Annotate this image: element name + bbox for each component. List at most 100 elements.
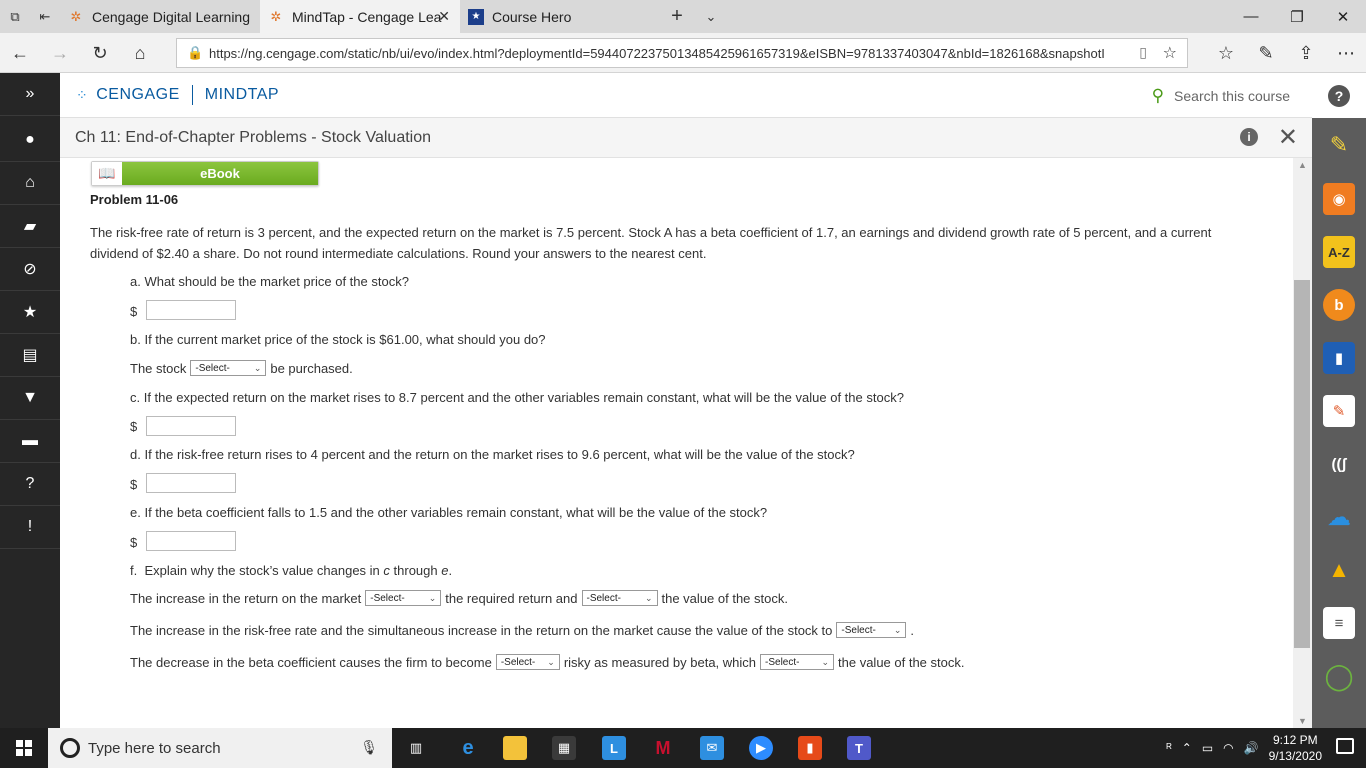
select-value: -Select- bbox=[370, 592, 405, 604]
user-icon[interactable]: ● bbox=[0, 119, 60, 162]
answer-f3-select-2[interactable]: -Select- ⌄ bbox=[760, 654, 835, 670]
home-icon[interactable]: ⌂ bbox=[122, 33, 158, 73]
notifications-icon[interactable] bbox=[1336, 738, 1354, 754]
feedback-icon[interactable]: ! bbox=[0, 506, 60, 549]
answer-f1-text: the value of the stock. bbox=[661, 590, 788, 606]
tab-mindtap[interactable]: ✲ MindTap - Cengage Lea ✕ bbox=[260, 0, 460, 33]
home-nav-icon[interactable]: ⌂ bbox=[0, 162, 60, 205]
tab-actions-icon[interactable]: ⧉ bbox=[0, 0, 30, 33]
star-nav-icon[interactable]: ★ bbox=[0, 291, 60, 334]
share-icon[interactable]: ⇪ bbox=[1288, 33, 1324, 73]
more-icon[interactable]: ⋯ bbox=[1328, 33, 1364, 73]
notes-app-icon[interactable]: ✎ bbox=[1323, 395, 1355, 427]
mcafee-icon[interactable]: M bbox=[651, 736, 675, 760]
chevron-down-icon: ⌄ bbox=[821, 656, 830, 667]
help-button[interactable]: ? bbox=[1312, 73, 1366, 118]
graduation-cap-icon[interactable]: ▼ bbox=[0, 377, 60, 420]
back-icon[interactable]: ← bbox=[2, 33, 38, 73]
battery-icon[interactable]: ▭ bbox=[1202, 741, 1213, 755]
answer-d-input[interactable] bbox=[146, 473, 236, 493]
task-view-icon[interactable]: ▥ bbox=[404, 736, 428, 760]
volume-icon[interactable]: 🔊 bbox=[1244, 741, 1259, 755]
reading-view-icon[interactable]: ▯ bbox=[1139, 44, 1147, 61]
office-icon[interactable]: ▮ bbox=[798, 736, 822, 760]
file-explorer-icon[interactable] bbox=[503, 736, 527, 760]
wifi-icon[interactable]: ◠ bbox=[1223, 741, 1233, 755]
microphone-icon[interactable]: 🎙 bbox=[360, 739, 378, 756]
notebook-icon[interactable]: ▰ bbox=[0, 205, 60, 248]
bongo-app-icon[interactable]: b bbox=[1323, 289, 1355, 321]
answer-b-select[interactable]: -Select- ⌄ bbox=[190, 360, 267, 376]
select-value: -Select- bbox=[500, 656, 536, 668]
pencil-app-icon[interactable]: ✎ bbox=[1323, 129, 1355, 161]
chevron-down-icon: ⌄ bbox=[428, 592, 437, 603]
select-value: -Select- bbox=[841, 624, 876, 636]
clock-time: 9:12 PM bbox=[1272, 733, 1318, 747]
new-tab-icon[interactable]: + bbox=[660, 0, 694, 33]
chevron-up-icon[interactable]: ⌃ bbox=[1182, 741, 1192, 755]
tab-course-hero[interactable]: ★ Course Hero bbox=[460, 0, 660, 33]
forward-icon[interactable]: → bbox=[42, 33, 78, 73]
ebook-button[interactable]: 📖 eBook bbox=[91, 161, 319, 186]
course-search[interactable]: ⚲ Search this course bbox=[1152, 86, 1290, 106]
readspeaker-app-icon[interactable]: ((ʃ bbox=[1323, 448, 1355, 480]
expand-nav-icon[interactable]: » bbox=[0, 73, 60, 116]
rss-app-icon[interactable]: ◉ bbox=[1323, 183, 1355, 215]
answer-a-input[interactable] bbox=[146, 300, 236, 320]
question-b: b. If the current market price of the st… bbox=[130, 332, 546, 347]
answer-f1-select-1[interactable]: -Select- ⌄ bbox=[365, 590, 442, 606]
answer-c-input[interactable] bbox=[146, 416, 236, 436]
question-d: d. If the risk-free return rises to 4 pe… bbox=[130, 447, 855, 462]
answer-f1-select-2[interactable]: -Select- ⌄ bbox=[581, 590, 658, 606]
cengage-logo[interactable]: ⁘ CENGAGE MINDTAP bbox=[76, 85, 279, 105]
book-nav-icon[interactable]: ▤ bbox=[0, 334, 60, 377]
edge-icon[interactable]: e bbox=[456, 736, 480, 760]
answer-f1-text: the required return and bbox=[445, 590, 578, 606]
question-c: c. If the expected return on the market … bbox=[130, 390, 904, 405]
notepad-app-icon[interactable]: ≡ bbox=[1323, 607, 1355, 639]
select-value: -Select- bbox=[195, 362, 230, 374]
url-field[interactable]: 🔒 https://ng.cengage.com/static/nb/ui/ev… bbox=[176, 38, 1188, 68]
scroll-down-icon[interactable]: ▼ bbox=[1293, 714, 1312, 728]
taskbar-clock[interactable]: 9:12 PM 9/13/2020 bbox=[1269, 732, 1322, 764]
answer-f2-select[interactable]: -Select- ⌄ bbox=[836, 622, 907, 638]
tab-list-chevron-icon[interactable]: ⌄ bbox=[694, 0, 728, 33]
close-tab-icon[interactable]: ✕ bbox=[438, 8, 450, 25]
l-app-icon[interactable]: L bbox=[602, 736, 626, 760]
mail-icon[interactable]: ✉ bbox=[700, 736, 724, 760]
minimize-icon[interactable]: — bbox=[1228, 0, 1274, 33]
window-close-icon[interactable]: ✕ bbox=[1320, 0, 1366, 33]
briefcase-icon[interactable]: ▬ bbox=[0, 420, 60, 463]
teams-icon[interactable]: T bbox=[847, 736, 871, 760]
windows-start-button[interactable] bbox=[0, 728, 48, 768]
store-icon[interactable]: ▦ bbox=[552, 736, 576, 760]
favorite-star-icon[interactable]: ☆ bbox=[1163, 43, 1177, 63]
scroll-up-icon[interactable]: ▲ bbox=[1293, 158, 1312, 172]
content-scrollbar[interactable]: ▲ ▼ bbox=[1293, 158, 1312, 728]
help-nav-icon[interactable]: ? bbox=[0, 463, 60, 506]
restore-icon[interactable]: ❐ bbox=[1274, 0, 1320, 33]
taskbar-search[interactable]: Type here to search 🎙 bbox=[48, 728, 392, 768]
web-note-icon[interactable]: ✎ bbox=[1248, 33, 1284, 73]
problem-content: 📖 eBook Problem 11-06 The risk-free rate… bbox=[60, 158, 1293, 728]
tab-cengage-digital-learning[interactable]: ✲ Cengage Digital Learning bbox=[60, 0, 260, 33]
zoom-icon[interactable]: ▶ bbox=[749, 736, 773, 760]
favorites-bar-icon[interactable]: ☆ bbox=[1208, 33, 1244, 73]
answer-e-input[interactable] bbox=[146, 531, 236, 551]
scroll-thumb[interactable] bbox=[1294, 280, 1310, 648]
green-ring-app-icon[interactable]: ◯ bbox=[1323, 660, 1355, 692]
refresh-icon[interactable]: ↻ bbox=[82, 33, 118, 73]
people-icon[interactable]: ᴿ bbox=[1166, 741, 1171, 755]
answer-f2-text: The increase in the risk-free rate and t… bbox=[130, 622, 833, 638]
answer-f3-select-1[interactable]: -Select- ⌄ bbox=[495, 654, 560, 670]
compass-icon[interactable]: ⊘ bbox=[0, 248, 60, 291]
dictionary-app-icon[interactable]: A-Z bbox=[1323, 236, 1355, 268]
cengage-favicon-icon: ✲ bbox=[270, 8, 282, 24]
google-drive-app-icon[interactable]: ▲ bbox=[1323, 554, 1355, 586]
book-app-icon[interactable]: ▮ bbox=[1323, 342, 1355, 374]
onedrive-app-icon[interactable]: ☁ bbox=[1323, 501, 1355, 533]
info-icon[interactable]: i bbox=[1240, 128, 1258, 146]
set-aside-tabs-icon[interactable]: ⇤ bbox=[30, 0, 60, 33]
dollar-sign: $ bbox=[130, 477, 138, 492]
close-activity-icon[interactable]: ✕ bbox=[1278, 123, 1298, 152]
